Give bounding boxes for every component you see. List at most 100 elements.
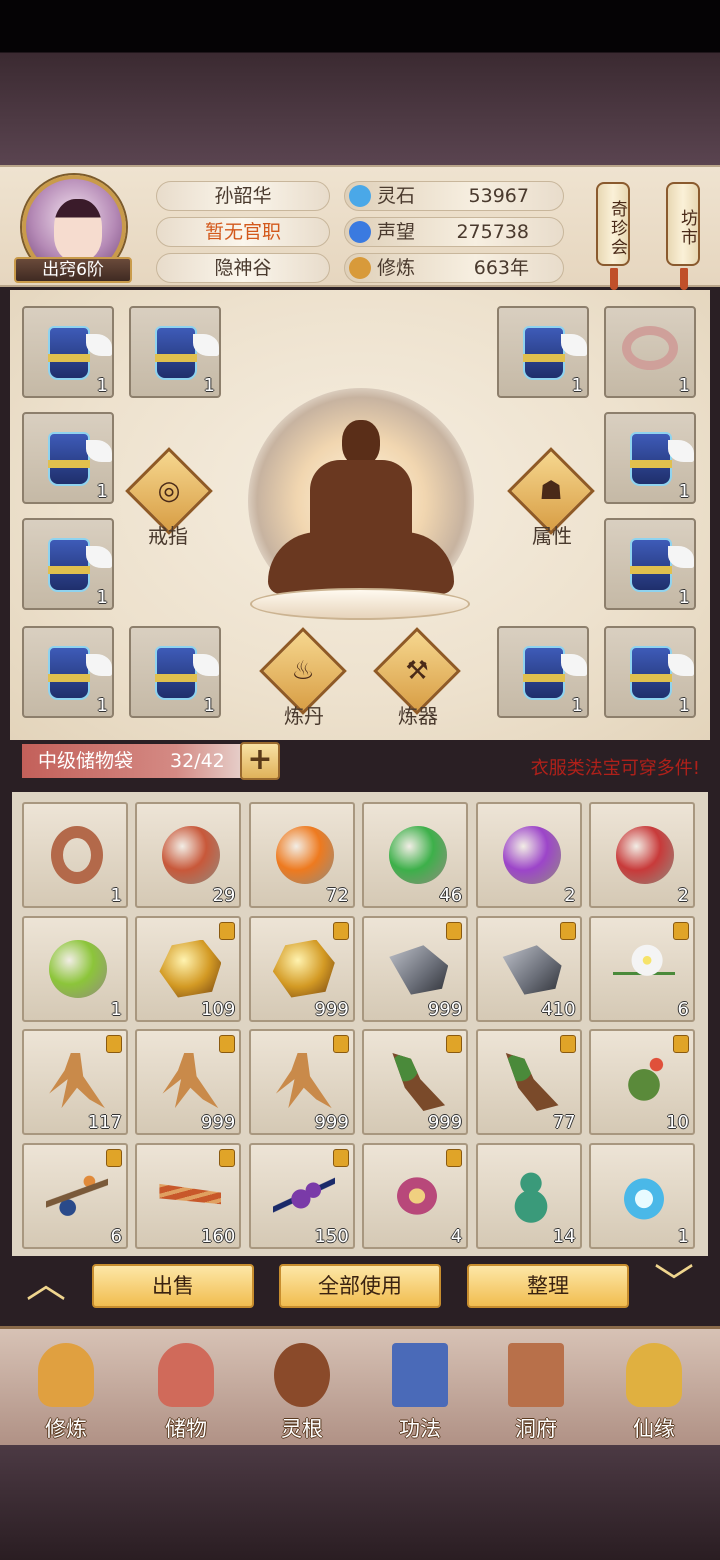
attributes-icon: ☗ [539,476,563,506]
armor-icon [515,320,587,384]
equip-slot-ring[interactable]: 1 [604,306,696,398]
inventory-item[interactable]: 999 [135,1029,242,1135]
item-count: 1 [678,375,690,396]
inventory-item[interactable]: 10 [589,1029,695,1135]
equip-slot-armor[interactable]: 1 [604,412,696,504]
inventory-item[interactable]: 2 [475,802,582,908]
inventory-item[interactable]: 72 [248,802,355,908]
item-count: 1 [678,481,690,502]
equip-slot-armor[interactable]: 1 [604,518,696,610]
nav-storage[interactable]: 储物 [136,1337,236,1445]
flower-icon [613,939,675,998]
inventory-item[interactable]: 999 [248,915,355,1022]
inventory-item[interactable]: 14 [475,1142,582,1249]
equip-slot-armor[interactable]: 1 [497,626,589,718]
nav-spirit-root[interactable]: 灵根 [252,1337,352,1445]
anvil-icon: ⚒ [405,656,429,686]
resource-label: 声望 [377,221,416,243]
inventory-item[interactable]: 4 [362,1142,469,1249]
ginseng-icon [49,1053,105,1109]
bottom-backdrop [0,1445,720,1560]
lock-icon [446,921,463,940]
resource-label: 灵石 [377,185,416,207]
bowl-icon [613,1166,675,1225]
equip-slot-armor[interactable]: 1 [129,626,221,718]
inventory-item[interactable]: 77 [475,1029,582,1135]
nav-cave[interactable]: 洞府 [486,1337,586,1445]
inventory-item[interactable]: 1 [22,915,128,1022]
page-up-icon[interactable]: ︿ [14,1262,78,1306]
inventory-item[interactable]: 6 [22,1142,128,1249]
inventory-item[interactable]: 117 [22,1029,128,1135]
iron-icon [502,945,562,995]
inventory-item[interactable]: 410 [475,915,582,1022]
lock-icon [219,1148,236,1167]
inventory-item[interactable]: 999 [362,1029,469,1135]
orb-icon [389,826,448,884]
inventory-item[interactable]: 999 [362,915,469,1022]
inventory-item[interactable]: 29 [135,802,242,908]
inventory-item[interactable]: 999 [248,1029,355,1135]
use-all-button[interactable]: 全部使用 [279,1264,441,1308]
equip-slot-armor[interactable]: 1 [22,518,114,610]
item-count: 1 [678,587,690,608]
item-count: 6 [677,998,689,1020]
player-title[interactable]: 暂无官职 [156,217,330,247]
top-backdrop [0,0,720,165]
lock-icon [559,921,576,940]
lantern-icon [386,1166,449,1225]
item-count: 2 [677,885,689,906]
item-count: 160 [201,1225,236,1247]
ring-icon [51,826,103,884]
inventory-item[interactable]: 109 [135,915,242,1022]
item-count: 999 [427,1112,463,1133]
item-count: 999 [314,1112,349,1133]
equip-slot-armor[interactable]: 1 [604,626,696,718]
ore-icon [272,939,335,998]
equip-slot-armor[interactable]: 1 [22,412,114,504]
page-down-icon[interactable]: ﹀ [642,1262,706,1306]
inventory-item[interactable]: 2 [589,802,695,908]
technique-book-icon [392,1343,448,1407]
sell-button[interactable]: 出售 [92,1264,254,1308]
lock-icon [332,1148,349,1167]
item-count: 46 [439,885,463,906]
equip-slot-armor[interactable]: 1 [129,306,221,398]
nav-immortal-fate[interactable]: 仙缘 [604,1337,704,1445]
gourd-icon [499,1166,562,1225]
cultivation-rank: 出窍6阶 [14,257,132,283]
expand-bag-button[interactable]: + [240,742,280,780]
reputation-icon [349,221,371,243]
nav-label: 灵根 [281,1417,323,1441]
cultivate-icon [38,1343,94,1407]
armor-icon [40,320,112,384]
resource-reputation: 声望 275738 [344,217,564,247]
cave-house-icon [508,1343,564,1407]
item-count: 1 [96,587,108,608]
inventory-item[interactable]: 1 [589,1142,695,1249]
nav-cultivate[interactable]: 修炼 [16,1337,116,1445]
item-count: 1 [677,1225,689,1247]
resource-cultivation: 修炼 663年 [344,253,564,283]
attributes-button-label: 属性 [532,524,572,548]
nav-technique[interactable]: 功法 [370,1337,470,1445]
equip-slot-armor[interactable]: 1 [497,306,589,398]
lock-icon [559,1035,576,1053]
lock-icon [219,1035,236,1053]
inventory-item[interactable]: 6 [589,915,695,1022]
inventory-item[interactable]: 1 [22,802,128,908]
equip-slot-armor[interactable]: 1 [22,626,114,718]
sort-button[interactable]: 整理 [467,1264,629,1308]
inventory-item[interactable]: 46 [362,802,469,908]
treasure-fair-button[interactable]: 奇珍会 [596,182,630,290]
resource-label: 修炼 [377,257,416,279]
alchemy-button-label: 炼丹 [284,704,324,728]
inventory-item[interactable]: 150 [248,1142,355,1249]
inventory-item[interactable]: 160 [135,1142,242,1249]
item-count: 10 [666,1112,689,1133]
market-button[interactable]: 坊市 [666,182,700,290]
item-count: 150 [314,1225,349,1247]
inventory-grid: 1 29 72 46 2 2 1 109 999 999 410 6 117 999 999 999 77 10 6… [12,792,708,1256]
equip-slot-armor[interactable]: 1 [22,306,114,398]
meditating-silhouette [268,420,454,596]
